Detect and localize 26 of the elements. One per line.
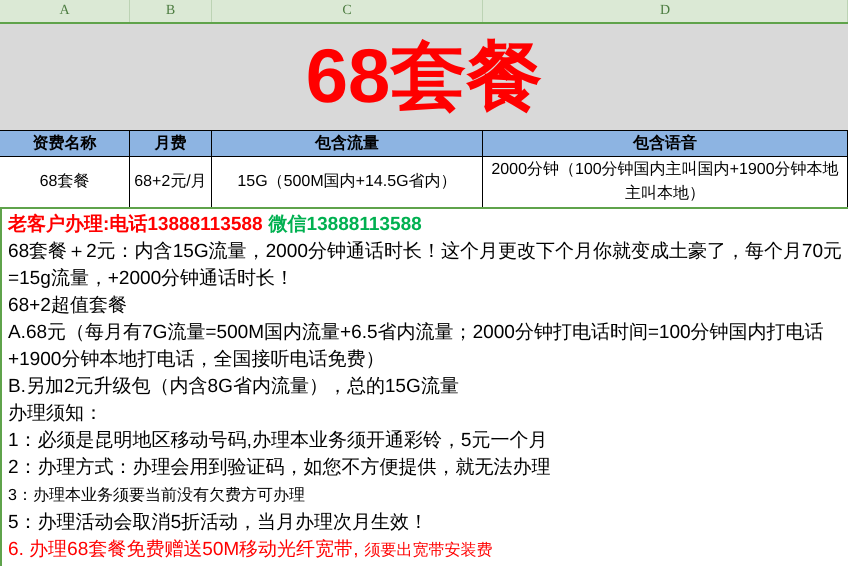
note-text: B.另加2元升级包（内含8G省内流量），总的15G流量 — [8, 376, 459, 397]
header-cell: 月费 — [130, 131, 212, 156]
column-header[interactable]: A — [0, 0, 130, 22]
note-text: 老客户办理:电话13888113588 — [8, 214, 263, 235]
header-cell: 资费名称 — [0, 131, 130, 156]
note-text: 微信13888113588 — [268, 214, 422, 235]
table-cell: 15G（500M国内+14.5G省内） — [212, 157, 483, 207]
note-text: 1：必须是昆明地区移动号码,办理本业务须开通彩铃，5元一个月 — [8, 430, 548, 451]
table-cell: 2000分钟（100分钟国内主叫国内+1900分钟本地主叫本地） — [483, 157, 848, 207]
note-text: 须要出宽带安装费 — [364, 542, 492, 559]
note-text: 68+2超值套餐 — [8, 295, 127, 316]
note-text: A.68元（每月有7G流量=500M国内流量+6.5省内流量；2000分钟打电话时间=100分钟国内打电话+1900分钟本地打电话，全国接听电话免费） — [8, 322, 824, 370]
note-text: 3：办理本业务须要当前没有欠费方可办理 — [8, 487, 305, 504]
note-text: 办理须知： — [8, 403, 103, 424]
note-text: 5：办理活动会取消5折活动，当月办理次月生效！ — [8, 512, 428, 533]
column-header[interactable]: D — [483, 0, 848, 22]
note-text: 68套餐＋2元：内含15G流量，2000分钟通话时长！这个月更改下个月你就变成土豪了，每个月70元=15g流量，+2000分钟通话时长！ — [8, 241, 842, 289]
note-text: 6. 办理68套餐免费赠送50M移动光纤宽带, — [8, 539, 358, 560]
note-text: 2：办理方式：办理会用到验证码，如您不方便提供，就无法办理 — [8, 457, 551, 478]
table-cell: 68+2元/月 — [130, 157, 212, 207]
column-header[interactable]: B — [130, 0, 212, 22]
header-cell: 包含流量 — [212, 131, 483, 156]
column-header[interactable]: C — [212, 0, 483, 22]
header-cell: 包含语音 — [483, 131, 848, 156]
title-cell: 68套餐 — [0, 24, 848, 131]
table-cell: 68套餐 — [0, 157, 130, 207]
